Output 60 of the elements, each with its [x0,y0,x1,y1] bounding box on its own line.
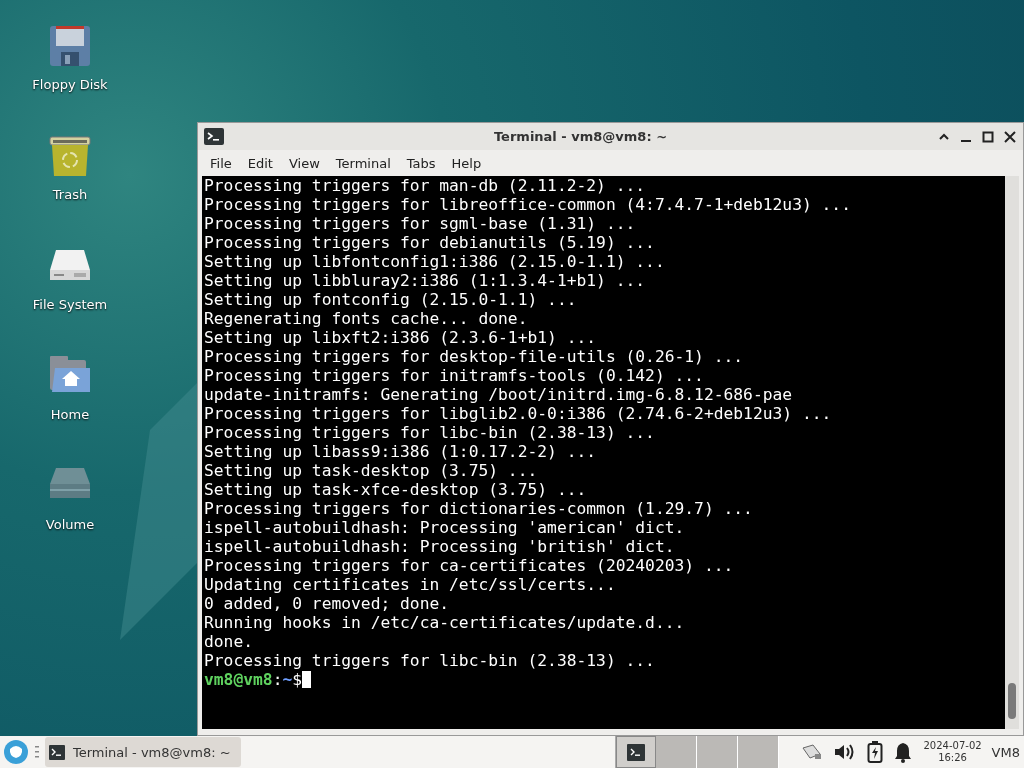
maximize-icon[interactable] [981,129,995,144]
app-menu-icon[interactable] [3,739,29,765]
trash-icon[interactable] [48,134,92,178]
output-line: Processing triggers for libc-bin (2.38-13) ... [204,651,656,670]
icon-label[interactable]: Floppy Disk [32,77,108,92]
output-line: Regenerating fonts cache... done. [204,309,529,328]
prompt-path: ~ [282,670,293,689]
scrollbar[interactable] [1005,176,1019,729]
output-line: ispell-autobuildhash: Processing 'american' dict. [204,518,686,537]
output-line: Processing triggers for man-db (2.11.2-2) ... [204,176,647,195]
menu-item[interactable]: Tabs [398,152,444,174]
icon-label[interactable]: File System [32,297,108,312]
output-line: Processing triggers for ca-certificates (20240203) ... [204,556,735,575]
output-line: ispell-autobuildhash: Processing 'british' dict. [204,537,676,556]
handle-icon[interactable] [35,745,39,759]
output-line: Processing triggers for desktop-file-utils (0.26-1) ... [204,347,745,366]
output-line: Processing triggers for sgml-base (1.31) ... [204,214,637,233]
clock[interactable]: 2024-07-02 16:26 [923,740,982,764]
terminal-icon [627,743,646,761]
prompt-symbol: $ [292,670,303,689]
menu-item[interactable]: Terminal [327,152,399,174]
icon-label[interactable]: Home [50,407,90,422]
output-line: 0 added, 0 removed; done. [204,594,451,613]
taskbar-button[interactable]: Terminal - vm8@vm8: ~ [45,737,241,767]
output-line: Updating certificates in /etc/ssl/certs... [204,575,617,594]
output-line: Running hooks in /etc/ca-certificates/update.d... [204,613,686,632]
menu-item[interactable]: View [280,152,328,174]
output-line: Processing triggers for initramfs-tools (0.142) ... [204,366,705,385]
prompt-user: vm8@vm8 [204,670,273,689]
bell-icon[interactable] [893,741,914,763]
output-line: Setting up libbluray2:i386 (1:1.3.4-1+b1) ... [204,271,647,290]
output-line: Processing triggers for dictionaries-common (1.29.7) ... [204,499,754,518]
output-line: Processing triggers for libreoffice-common (4:7.4.7-1+deb12u3) ... [204,195,852,214]
text-cursor [302,671,312,688]
output-line: done. [204,632,254,651]
terminal-icon [49,744,65,760]
icon-label[interactable]: Trash [52,187,88,202]
scrollbar-thumb[interactable] [1008,683,1016,719]
close-icon[interactable] [1003,129,1017,144]
menu-item[interactable]: File [202,152,240,174]
output-line: Setting up libxft2:i386 (2.3.6-1+b1) ... [204,328,598,347]
output-line: Processing triggers for libglib2.0-0:i386 (2.74.6-2+deb12u3) ... [204,404,833,423]
output-line: update-initramfs: Generating /boot/initrd.img-6.8.12-686-pae [204,385,794,404]
output-line: Setting up libass9:i386 (1:0.17.2-2) ... [204,442,598,461]
output-line: Setting up fontconfig (2.15.0-1.1) ... [204,290,578,309]
workspace-button[interactable] [616,736,657,768]
output-line: Setting up libfontconfig1:i386 (2.15.0-1.1) ... [204,252,666,271]
output-line: Processing triggers for debianutils (5.19) ... [204,233,656,252]
output-line: Processing triggers for libc-bin (2.38-13) ... [204,423,656,442]
prompt-separator: : [272,670,283,689]
output-line: Setting up task-xfce-desktop (3.75) ... [204,480,588,499]
terminal-icon[interactable] [204,128,224,145]
network-icon[interactable] [801,742,824,762]
battery-icon[interactable] [867,741,884,763]
output-line: Setting up task-desktop (3.75) ... [204,461,539,480]
menu-item[interactable]: Edit [239,152,281,174]
menu-item[interactable]: Help [443,152,490,174]
window-title: Terminal - vm8@vm8: ~ [492,129,669,144]
icon-label[interactable]: Volume [45,517,95,532]
user-name[interactable]: VM8 [991,744,1020,760]
